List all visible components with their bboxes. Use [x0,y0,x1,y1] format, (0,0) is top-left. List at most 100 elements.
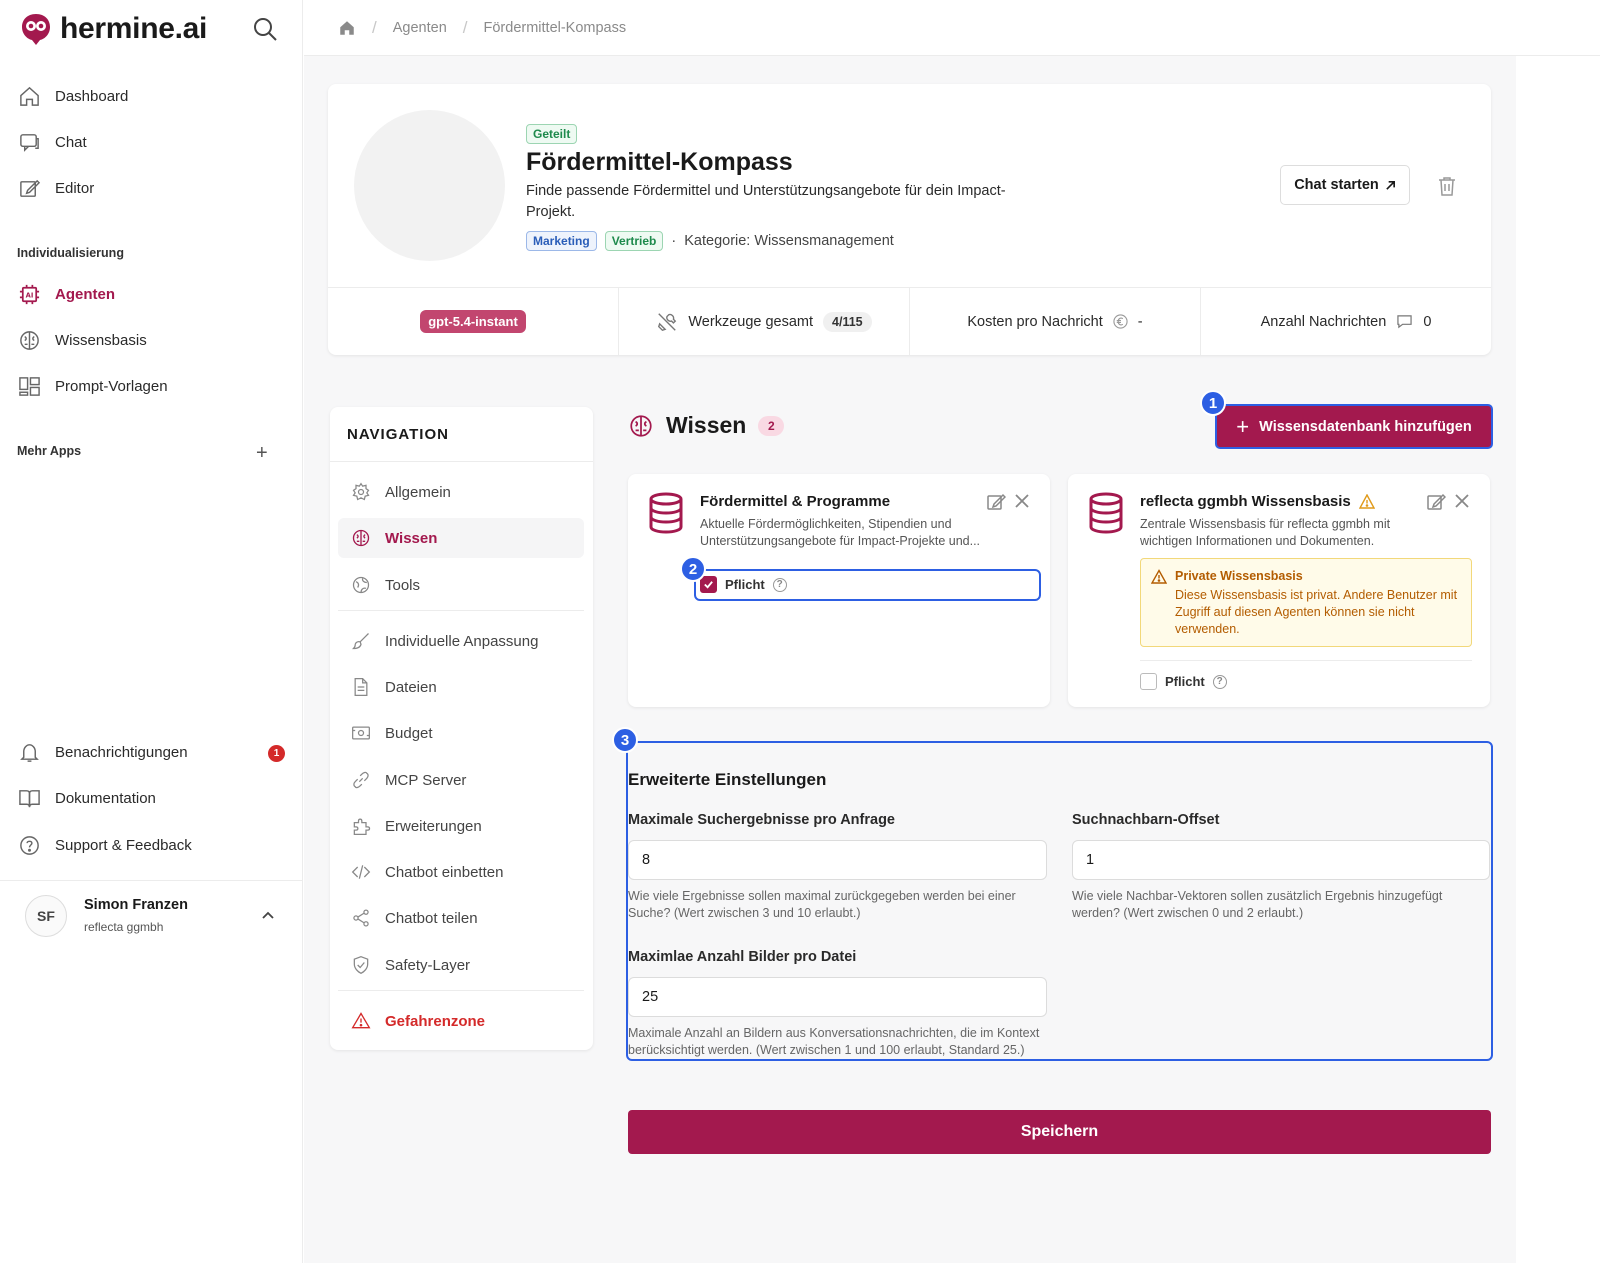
sidebar-item-wissensbasis[interactable]: Wissensbasis [18,329,147,352]
nav-individuelle-anpassung[interactable]: Individuelle Anpassung [338,621,584,661]
nav-label: Safety-Layer [385,956,471,974]
nav-wissen[interactable]: Wissen [338,518,584,558]
breadcrumb-agenten[interactable]: Agenten [393,20,447,36]
nav-label: MCP Server [385,771,467,789]
tools-count: 4/115 [823,311,872,332]
max-results-label: Maximale Suchergebnisse pro Anfrage [628,812,895,828]
edit-icon [20,179,41,197]
share-icon [353,909,369,927]
nav-chatbot-einbetten[interactable]: Chatbot einbetten [338,852,584,892]
tag-vertrieb: Vertrieb [604,231,664,251]
user-org: reflecta ggmbh [84,920,164,934]
nav-label: Erweiterungen [385,817,482,835]
messages-label: Anzahl Nachrichten [1260,313,1387,330]
chat-icon [20,134,39,152]
warning-text: Diese Wissensbasis ist privat. Andere Be… [1175,588,1458,636]
sidebar-item-dokumentation[interactable]: Dokumentation [18,787,156,810]
app-logo[interactable]: hermine.ai [20,12,207,46]
warning-icon [351,1012,371,1029]
chat-start-label: Chat starten [1294,177,1379,193]
sidebar-item-label: Wissensbasis [55,332,147,349]
required-toggle: Pflicht ? [1140,673,1227,690]
save-button[interactable]: Speichern [628,1110,1491,1154]
sidebar-item-label: Prompt-Vorlagen [55,378,168,395]
stat-model: gpt-5.4-instant [328,288,619,355]
trash-icon[interactable] [1438,176,1456,196]
sidebar-item-label: Benachrichtigungen [55,744,188,761]
chevron-up-icon[interactable] [260,907,276,923]
agent-stats: gpt-5.4-instant Werkzeuge gesamt 4/115 K… [328,287,1491,355]
nav-budget[interactable]: Budget [338,713,584,753]
euro-icon [1113,314,1128,329]
nav-gefahrenzone[interactable]: Gefahrenzone [338,1001,584,1041]
required-checkbox[interactable] [1140,673,1157,690]
neighbor-offset-help: Wie viele Nachbar-Vektoren sollen zusätz… [1072,889,1443,920]
max-images-help: Maximale Anzahl an Bildern aus Konversat… [628,1026,1040,1057]
tools-label: Werkzeuge gesamt [688,313,814,330]
agent-header-card: Geteilt Fördermittel-Kompass Finde passe… [328,84,1491,355]
neighbor-offset-label: Suchnachbarn-Offset [1072,812,1220,828]
sidebar-item-editor[interactable]: Editor [18,177,94,200]
sidebar-item-chat[interactable]: Chat [18,131,87,154]
agent-tags: Marketing Vertrieb · Kategorie: Wissensm… [526,231,894,251]
add-knowledge-base-button[interactable]: + Wissensdatenbank hinzufügen [1215,404,1493,449]
settings-icon [352,482,370,501]
close-icon[interactable] [1014,493,1030,509]
knowledge-count-badge: 2 [758,415,785,436]
agent-avatar[interactable] [354,110,505,261]
nav-allgemein[interactable]: Allgemein [338,472,584,512]
shield-icon [353,955,369,975]
right-gutter [1516,56,1600,1263]
brush-icon [351,633,369,650]
nav-dateien[interactable]: Dateien [338,667,584,707]
sidebar-item-label: Support & Feedback [55,837,192,854]
sidebar-item-label: Dashboard [55,88,129,105]
nav-tools[interactable]: Tools [338,565,584,605]
max-results-input[interactable]: 8 [628,840,1047,880]
sidebar-item-label: Agenten [55,286,115,303]
chat-start-button[interactable]: Chat starten [1280,165,1410,205]
link-icon [353,771,369,789]
help-icon [20,836,39,855]
nav-mcp-server[interactable]: MCP Server [338,760,584,800]
user-menu[interactable]: SF Simon Franzen reflecta ggmbh [0,880,303,950]
home-icon [20,86,39,106]
model-badge[interactable]: gpt-5.4-instant [420,310,526,333]
nav-chatbot-teilen[interactable]: Chatbot teilen [338,898,584,938]
plus-icon: + [1236,413,1250,439]
sidebar-item-benachrichtigungen[interactable]: Benachrichtigungen [18,741,188,764]
file-icon [354,678,368,696]
max-results-help: Wie viele Ergebnisse sollen maximal zurü… [628,889,1016,920]
nav-label: Wissen [385,529,438,547]
annotation-marker-1: 1 [1200,390,1226,416]
help-icon[interactable]: ? [1212,674,1227,689]
search-icon[interactable] [252,16,278,42]
sidebar-item-dashboard[interactable]: Dashboard [18,85,128,108]
max-images-input[interactable]: 25 [628,977,1047,1017]
book-icon [19,790,40,808]
sidebar-item-prompt-vorlagen[interactable]: Prompt-Vorlagen [18,375,168,398]
neighbor-offset-input[interactable]: 1 [1072,840,1490,880]
breadcrumb-separator: / [462,18,468,37]
edit-icon[interactable] [986,492,1006,512]
edit-icon[interactable] [1426,492,1446,512]
nav-safety-layer[interactable]: Safety-Layer [338,945,584,985]
highlight-box-2 [694,569,1041,601]
annotation-marker-2: 2 [680,556,706,582]
knowledge-base-name-text: Fördermittel & Programme [700,493,891,510]
section-label-individualisierung: Individualisierung [17,246,124,260]
nav-label: Gefahrenzone [385,1012,486,1030]
breadcrumb-separator: / [372,18,377,37]
close-icon[interactable] [1454,493,1470,509]
globe-tools-icon [352,576,370,594]
nav-erweiterungen[interactable]: Erweiterungen [338,806,584,846]
knowledge-base-card: reflecta ggmbh Wissensbasis Zentrale Wis… [1068,474,1490,707]
sidebar-item-agenten[interactable]: AI Agenten [18,283,115,306]
sidebar-item-label: Editor [55,180,95,197]
add-app-button[interactable]: + [256,442,268,465]
agent-icon: AI [19,284,40,305]
sidebar-item-support[interactable]: Support & Feedback [18,834,192,857]
avatar: SF [25,895,67,937]
divider [330,461,593,462]
home-icon[interactable] [338,19,356,37]
